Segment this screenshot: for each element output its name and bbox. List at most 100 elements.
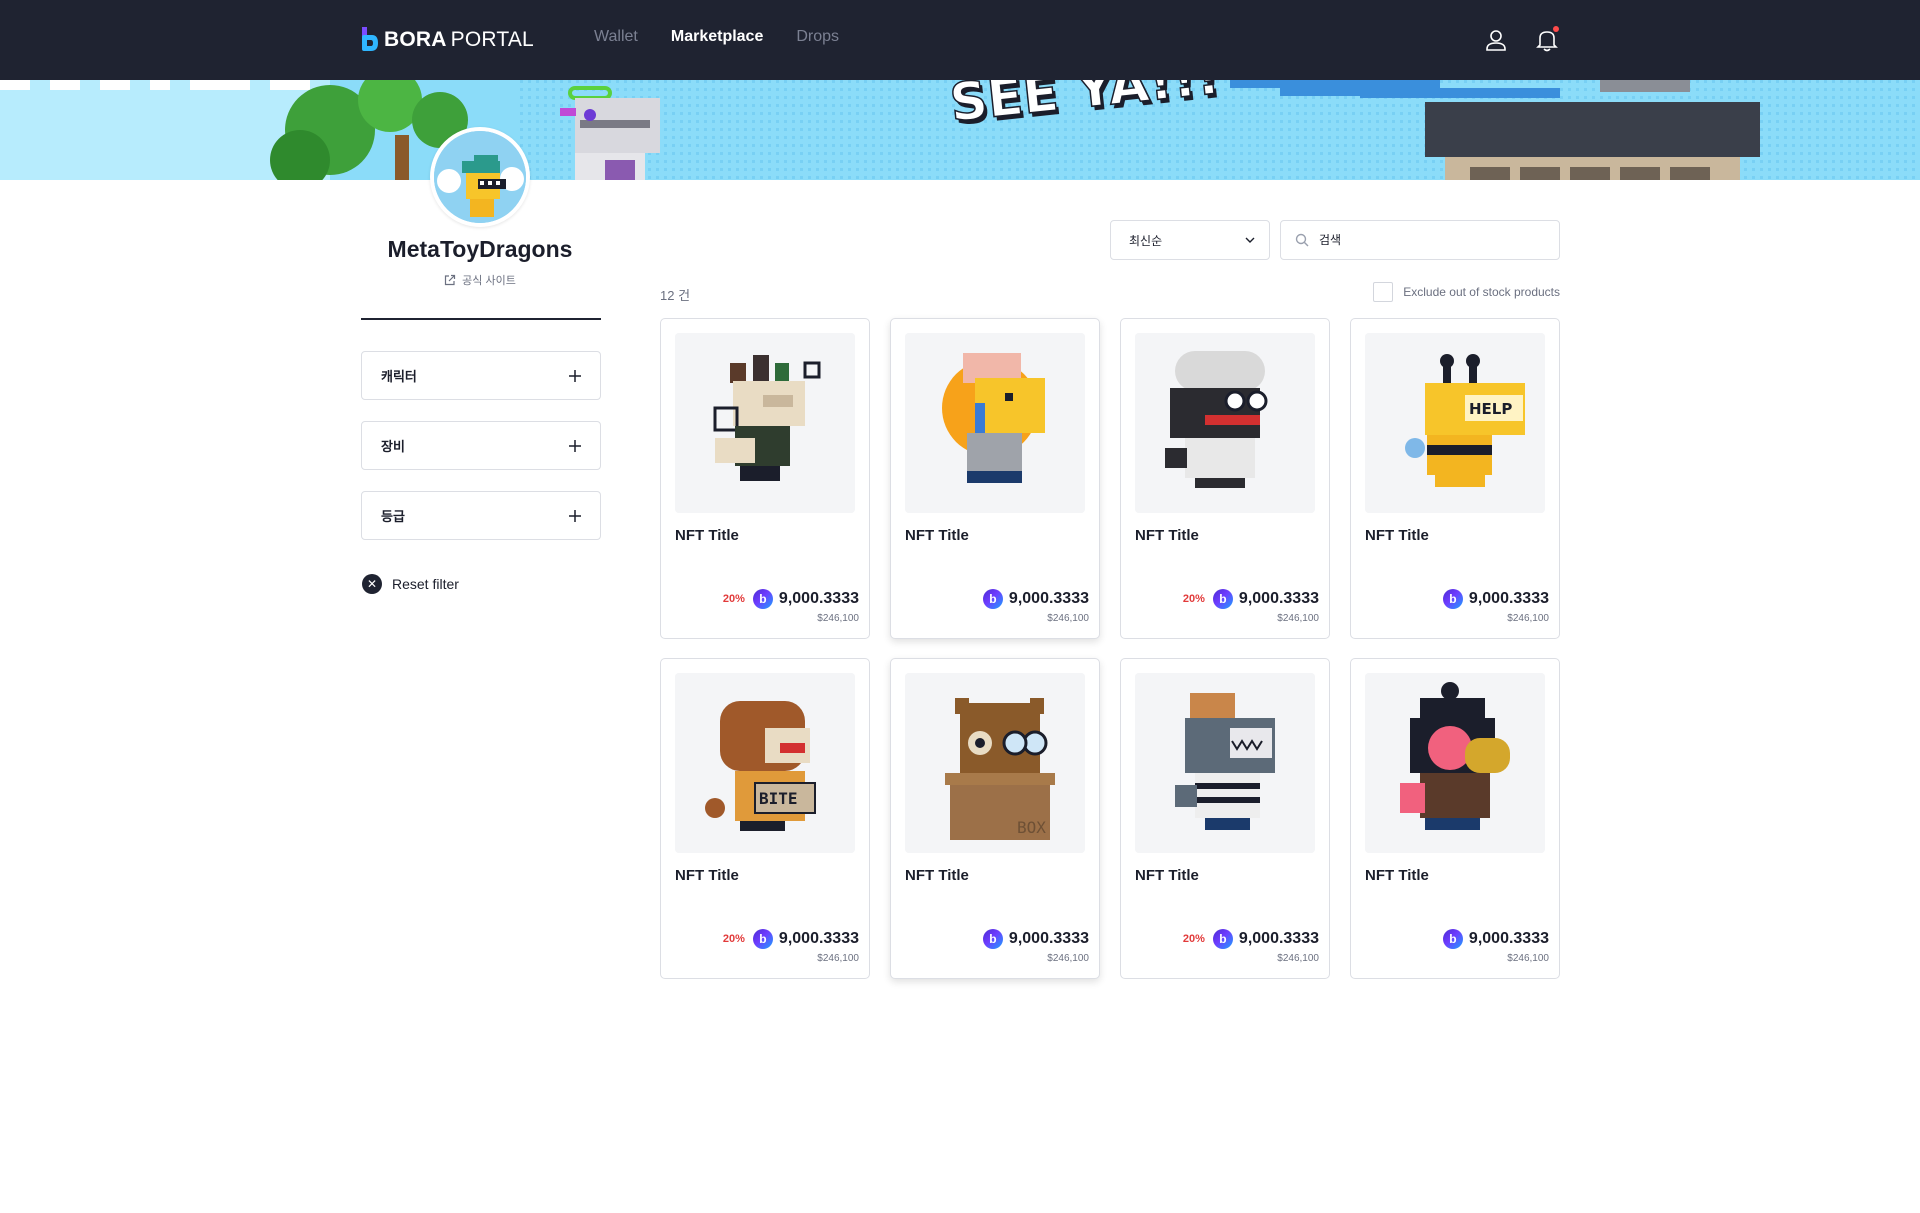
price-row: 20% b 9,000.3333 (723, 589, 859, 609)
nft-usd-price: $246,100 (1047, 953, 1089, 964)
nft-card[interactable]: NFT Title 20% b 9,000.3333 $246,100 (1120, 318, 1330, 639)
discount-badge: 20% (722, 593, 745, 605)
filter-label: 장비 (381, 439, 405, 454)
nft-image: BITE (675, 673, 855, 853)
bora-coin-icon: b (752, 589, 773, 609)
nft-price: 9,000.3333 (778, 590, 859, 607)
official-site-label: 공식 사이트 (462, 275, 516, 287)
price-row: b 9,000.3333 (1442, 589, 1549, 609)
chevron-down-icon (1245, 237, 1255, 243)
bora-coin-icon: b (1442, 589, 1463, 609)
logo-text-bora: BORA (384, 28, 447, 51)
discount-badge: 20% (1182, 933, 1205, 945)
collection-name: MetaToyDragons (387, 236, 573, 262)
nft-usd-price: $246,100 (817, 953, 859, 964)
nft-card[interactable]: BITE NFT Title 20% b 9,000.3333 $246,100 (660, 658, 870, 979)
nft-usd-price: $246,100 (1507, 953, 1549, 964)
exclude-out-of-stock-label: Exclude out of stock products (1403, 285, 1560, 299)
nft-title: NFT Title (1135, 867, 1199, 884)
plus-icon (569, 509, 581, 522)
nft-card[interactable]: NFT Title 20% b 9,000.3333 $246,100 (660, 318, 870, 639)
nft-card[interactable]: NFT Title b 9,000.3333 $246,100 (890, 318, 1100, 639)
bora-portal-logo[interactable]: BORA PORTAL (360, 26, 534, 54)
price-row: 20% b 9,000.3333 (723, 929, 859, 949)
nav-drops[interactable]: Drops (796, 28, 839, 46)
plus-icon (569, 439, 581, 452)
nft-image (1365, 673, 1545, 853)
external-link-icon (445, 274, 456, 286)
nav-marketplace[interactable]: Marketplace (671, 28, 764, 46)
nft-usd-price: $246,100 (1277, 953, 1319, 964)
bora-coin-icon: b (982, 929, 1003, 949)
sort-selected-value: 최신순 (1129, 233, 1163, 248)
bora-logo-icon (362, 27, 378, 51)
user-profile-icon[interactable] (1482, 26, 1510, 54)
search-icon (1295, 233, 1309, 247)
official-site-link[interactable]: 공식 사이트 (360, 272, 600, 288)
nft-price: 9,000.3333 (1468, 590, 1549, 607)
dragon-avatar-image (434, 131, 526, 223)
bora-coin-icon: b (1442, 929, 1463, 949)
filter-equipment[interactable]: 장비 (361, 421, 601, 470)
nft-image (1135, 673, 1315, 853)
nft-image (905, 333, 1085, 513)
nft-price: 9,000.3333 (1238, 590, 1319, 607)
logo-text-portal: PORTAL (450, 28, 534, 51)
collection-banner: SEE YA!!! SEE YA!!! (0, 80, 1920, 180)
result-count: 12 건 (660, 288, 691, 303)
filter-label: 등급 (381, 509, 405, 524)
filter-grade[interactable]: 등급 (361, 491, 601, 540)
nft-image (1135, 333, 1315, 513)
nav-wallet[interactable]: Wallet (594, 28, 638, 46)
top-navigation-bar: BORA PORTAL Wallet Marketplace Drops (0, 0, 1920, 80)
close-circle-icon: ✕ (362, 574, 382, 594)
nft-card[interactable]: BOX NFT Title b 9,000.3333 $246,100 (890, 658, 1100, 979)
bora-coin-icon: b (1212, 929, 1233, 949)
reset-filter-button[interactable]: ✕ Reset filter (362, 574, 459, 594)
nft-title: NFT Title (1135, 527, 1199, 544)
notification-button[interactable] (1533, 26, 1561, 54)
exclude-out-of-stock-toggle[interactable]: Exclude out of stock products (1373, 282, 1560, 302)
bora-coin-icon: b (982, 589, 1003, 609)
search-input[interactable] (1319, 233, 1539, 247)
nft-price: 9,000.3333 (1238, 930, 1319, 947)
price-row: b 9,000.3333 (1442, 929, 1549, 949)
nft-card[interactable]: NFT Title b 9,000.3333 $246,100 (1350, 658, 1560, 979)
discount-badge: 20% (1182, 593, 1205, 605)
collection-avatar (430, 127, 530, 227)
nft-usd-price: $246,100 (817, 613, 859, 624)
nft-card[interactable]: NFT Title 20% b 9,000.3333 $246,100 (1120, 658, 1330, 979)
filter-character[interactable]: 캐릭터 (361, 351, 601, 400)
search-box[interactable] (1280, 220, 1560, 260)
nft-title: NFT Title (1365, 527, 1429, 544)
bora-coin-icon: b (752, 929, 773, 949)
nft-price: 9,000.3333 (1008, 590, 1089, 607)
svg-text:BITE: BITE (759, 789, 798, 808)
sort-dropdown[interactable]: 최신순 (1110, 220, 1270, 260)
reset-filter-label: Reset filter (392, 576, 459, 592)
svg-text:HELP: HELP (1469, 400, 1512, 418)
sidebar-divider (361, 318, 601, 320)
banner-artwork: SEE YA!!! SEE YA!!! (0, 80, 1920, 180)
svg-text:BOX: BOX (1017, 818, 1046, 837)
price-row: 20% b 9,000.3333 (1183, 929, 1319, 949)
nft-title: NFT Title (1365, 867, 1429, 884)
nft-title: NFT Title (905, 527, 969, 544)
nft-usd-price: $246,100 (1047, 613, 1089, 624)
notification-dot (1553, 26, 1559, 32)
nft-image (675, 333, 855, 513)
nft-price: 9,000.3333 (778, 930, 859, 947)
price-row: 20% b 9,000.3333 (1183, 589, 1319, 609)
filter-label: 캐릭터 (381, 369, 417, 384)
nft-usd-price: $246,100 (1507, 613, 1549, 624)
main-nav: Wallet Marketplace Drops (594, 28, 839, 46)
nft-card[interactable]: HELP NFT Title b 9,000.3333 $246,100 (1350, 318, 1560, 639)
price-row: b 9,000.3333 (982, 929, 1089, 949)
discount-badge: 20% (722, 933, 745, 945)
bora-coin-icon: b (1212, 589, 1233, 609)
nft-price: 9,000.3333 (1468, 930, 1549, 947)
nft-price: 9,000.3333 (1008, 930, 1089, 947)
exclude-out-of-stock-checkbox[interactable] (1373, 282, 1394, 302)
nft-image: HELP (1365, 333, 1545, 513)
nft-title: NFT Title (675, 527, 739, 544)
